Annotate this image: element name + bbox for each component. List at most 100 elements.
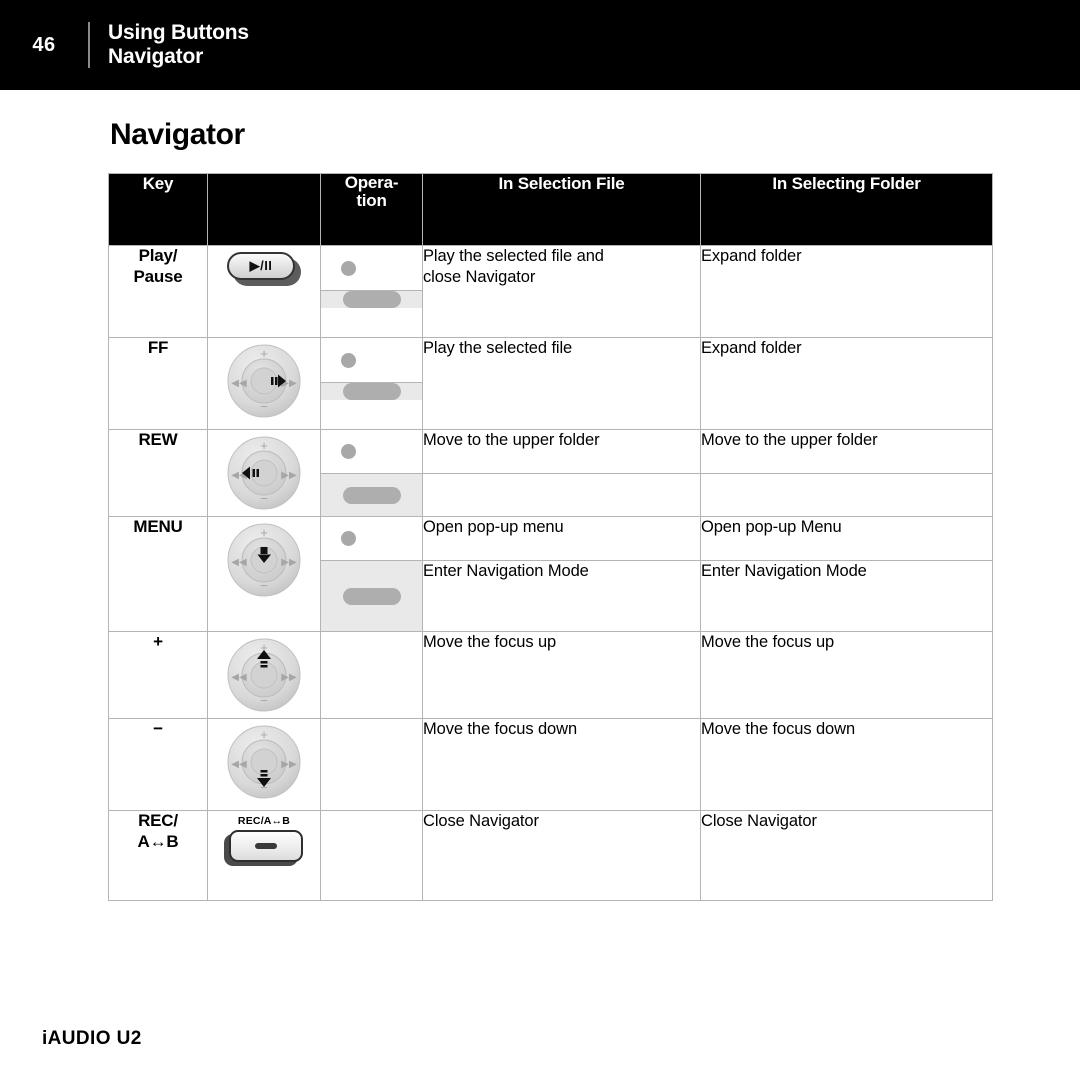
description-line1: Expand folder (701, 339, 802, 357)
table-row: REW + − ◀◀ ▶▶ Move to the upper folder M… (108, 429, 993, 517)
short-press-dot-icon (341, 260, 356, 276)
column-header-icon (207, 173, 321, 246)
description-in-selecting-folder: Expand folder (700, 337, 993, 430)
svg-text:▶▶: ▶▶ (281, 672, 297, 683)
description-line2: Enter Navigation Mode (701, 562, 867, 580)
key-label-line1: − (153, 719, 163, 738)
description-in-selecting-folder: Enter Navigation Mode (700, 560, 993, 632)
key-label-cell: REW (108, 429, 208, 517)
key-icon-cell: + − ◀◀ ▶▶ (207, 429, 321, 517)
header-title-group: Using Buttons Navigator (108, 21, 249, 68)
operation-cell (320, 245, 423, 338)
short-press-dot-icon (341, 444, 356, 459)
key-label-cell: + (108, 631, 208, 719)
rec-ab-button-face (229, 830, 303, 862)
table-row: − + − ◀◀ ▶▶ Move the focus down Move the… (108, 718, 993, 811)
operation-cell (320, 560, 423, 632)
description-in-selection-file: Play the selected file and close Navigat… (422, 245, 701, 338)
description-in-selecting-folder: Close Navigator (700, 810, 993, 901)
description-line1: Play the selected file (423, 339, 573, 357)
description-in-selecting-folder: Move the focus up (700, 631, 993, 719)
key-icon-cell: ▶/II (207, 245, 321, 338)
play-pause-button-face: ▶/II (227, 252, 295, 280)
svg-text:−: − (260, 399, 268, 414)
short-press-dot-icon (341, 352, 356, 368)
svg-text:+: + (260, 525, 268, 540)
description-line1: Move the focus down (701, 720, 856, 738)
page-number: 46 (32, 33, 56, 56)
column-header-in-selecting-folder: In Selecting Folder (700, 173, 993, 246)
table-row: + + − ◀◀ ▶▶ Move the focus up Move the f… (108, 631, 993, 719)
key-label-cell: MENU (108, 516, 208, 632)
description-in-selection-file: Open pop-up menu (422, 516, 701, 561)
description-line2: Enter Navigation Mode (423, 562, 589, 580)
operation-stack (321, 474, 422, 516)
operation-cell (320, 810, 423, 901)
svg-text:+: + (260, 727, 268, 742)
operation-cell (320, 516, 423, 561)
description-line1: Move to the upper folder (423, 431, 600, 449)
long-press-row (321, 291, 422, 308)
svg-text:◀◀: ◀◀ (231, 378, 247, 389)
operation-stack (321, 517, 422, 560)
description-in-selecting-folder: Expand folder (700, 245, 993, 338)
header-subsection-title: Navigator (108, 45, 204, 68)
long-press-row (321, 383, 422, 400)
description-in-selection-file: Move the focus down (422, 718, 701, 811)
long-press-row (321, 474, 422, 516)
operation-stack (321, 338, 422, 400)
short-press-row (321, 430, 422, 473)
table-body: Play/ Pause ▶/II Play the selected file … (108, 245, 993, 901)
key-label-line2: Pause (133, 266, 183, 286)
column-header-operation-line1: Opera- (344, 173, 399, 192)
table-row: MENU + − ◀◀ ▶▶ Open pop-up menu Open pop… (108, 516, 993, 632)
description-in-selection-file: Move the focus up (422, 631, 701, 719)
key-label-line1: + (153, 632, 163, 651)
rec-ab-dash-icon (255, 843, 277, 849)
description-line1: Close Navigator (423, 812, 539, 830)
description-line1: Open pop-up menu (423, 518, 564, 536)
table-row: REC/ A↔B REC/A↔B Close Navigator Close N… (108, 810, 993, 901)
table-row: FF + − ◀◀ ▶▶ Play the selected file Expa… (108, 337, 993, 430)
description-line1: Open pop-up Menu (701, 518, 842, 536)
key-label-line1: REW (138, 430, 178, 449)
key-label-cell: Play/ Pause (108, 245, 208, 338)
key-icon-cell: REC/A↔B (207, 810, 321, 901)
column-header-operation: Opera- tion (320, 173, 423, 246)
table-row: Play/ Pause ▶/II Play the selected file … (108, 245, 993, 338)
key-label-cell: − (108, 718, 208, 811)
column-header-key: Key (108, 173, 208, 246)
operation-stack (321, 561, 422, 631)
rec-ab-button-graphic (224, 830, 304, 866)
description-line1: Move the focus up (423, 633, 557, 651)
wheel-center-down-arrow-icon: + − ◀◀ ▶▶ (227, 523, 301, 597)
page-title: Navigator (110, 118, 245, 151)
footer-model-name: iAUDIO U2 (42, 1028, 142, 1049)
svg-text:−: − (260, 491, 268, 506)
description-in-selecting-folder: Move to the upper folder (700, 429, 993, 474)
description-in-selection-file: Play the selected file (422, 337, 701, 430)
navigator-key-table: Key Opera- tion In Selection File In Sel… (108, 173, 993, 901)
wheel-up-arrow-icon: + − ◀◀ ▶▶ (227, 638, 301, 712)
column-header-operation-line2: tion (356, 191, 387, 211)
key-icon-cell: + − ◀◀ ▶▶ (207, 516, 321, 632)
description-line1: Move the focus up (701, 633, 835, 651)
operation-cell (320, 337, 423, 430)
description-line1: Move the focus down (423, 720, 578, 738)
short-press-row (321, 338, 422, 383)
operation-stack (321, 246, 422, 308)
key-label-line1: Play/ (138, 246, 178, 265)
operation-cell (320, 631, 423, 719)
description-line1: Expand folder (701, 247, 802, 265)
svg-text:+: + (260, 346, 268, 361)
operation-stack (321, 430, 422, 473)
key-icon-cell: + − ◀◀ ▶▶ (207, 631, 321, 719)
description-in-selection-file: Enter Navigation Mode (422, 560, 701, 632)
play-pause-button-icon: ▶/II (227, 252, 301, 286)
description-line1: Move to the upper folder (701, 431, 878, 449)
operation-cell (320, 429, 423, 474)
description-line1: Play the selected file and (423, 247, 604, 265)
svg-text:−: − (260, 578, 268, 593)
svg-text:◀◀: ◀◀ (231, 557, 247, 568)
header-divider (88, 22, 90, 68)
